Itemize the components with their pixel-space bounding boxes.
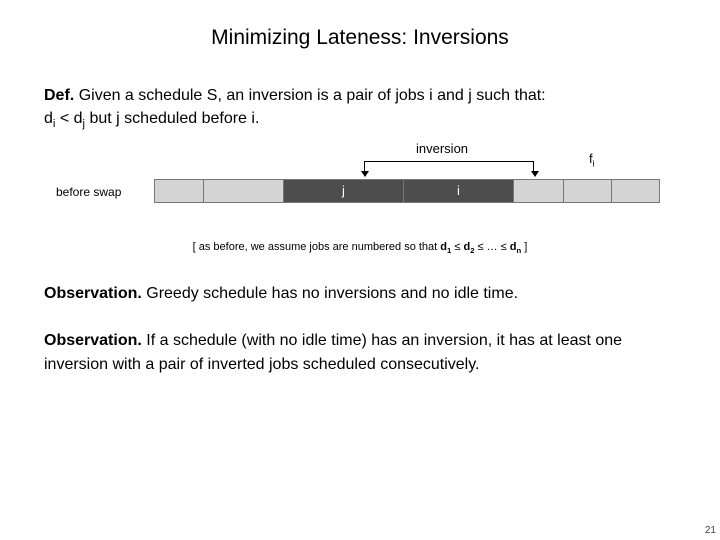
bar-seg-j: j — [284, 179, 404, 203]
bracket-horizontal — [364, 161, 534, 162]
slide-container: Minimizing Lateness: Inversions Def. Giv… — [0, 0, 720, 377]
before-swap-label: before swap — [56, 185, 121, 199]
note-dn: d — [510, 241, 517, 253]
observation-1: Observation. Greedy schedule has no inve… — [44, 285, 676, 303]
observation-2: Observation. If a schedule (with no idle… — [44, 329, 676, 377]
fi-label: fi — [589, 151, 595, 169]
schedule-bar: j i — [154, 179, 660, 203]
note-d1: d — [440, 241, 447, 253]
def-rest: but j scheduled before i. — [85, 110, 259, 127]
note-leq1: ≤ — [451, 241, 463, 253]
def-label: Def. — [44, 87, 74, 104]
bar-seg-7 — [612, 179, 660, 203]
def-text-1a: Given a schedule S, an — [79, 87, 249, 104]
inversion-label: inversion — [416, 141, 468, 156]
bar-seg-5 — [514, 179, 564, 203]
def-text-1b: is a pair of jobs i and j such that: — [313, 87, 546, 104]
def-lt: < d — [55, 110, 82, 127]
fi-sub: i — [593, 158, 595, 168]
obs2-label: Observation. — [44, 332, 142, 349]
page-number: 21 — [705, 525, 716, 536]
def-inversion-word: inversion — [249, 87, 313, 104]
arrow-down-left-icon — [361, 171, 369, 177]
note-leq2: ≤ … ≤ — [474, 241, 509, 253]
def-di-d: d — [44, 110, 53, 127]
obs1-text: Greedy schedule has no inversions and no… — [142, 285, 518, 302]
bar-seg-6 — [564, 179, 612, 203]
ordering-note: [ as before, we assume jobs are numbered… — [44, 241, 676, 255]
note-b: ] — [521, 241, 527, 253]
bar-seg-2 — [204, 179, 284, 203]
diagram: inversion fi before swap j i — [44, 141, 676, 219]
bar-seg-i: i — [404, 179, 514, 203]
arrow-down-right-icon — [531, 171, 539, 177]
bar-seg-1 — [154, 179, 204, 203]
definition-block: Def. Given a schedule S, an inversion is… — [44, 84, 676, 133]
inversion-bracket — [364, 161, 534, 171]
slide-title: Minimizing Lateness: Inversions — [44, 26, 676, 50]
note-a: [ as before, we assume jobs are numbered… — [193, 241, 441, 253]
obs1-label: Observation. — [44, 285, 142, 302]
